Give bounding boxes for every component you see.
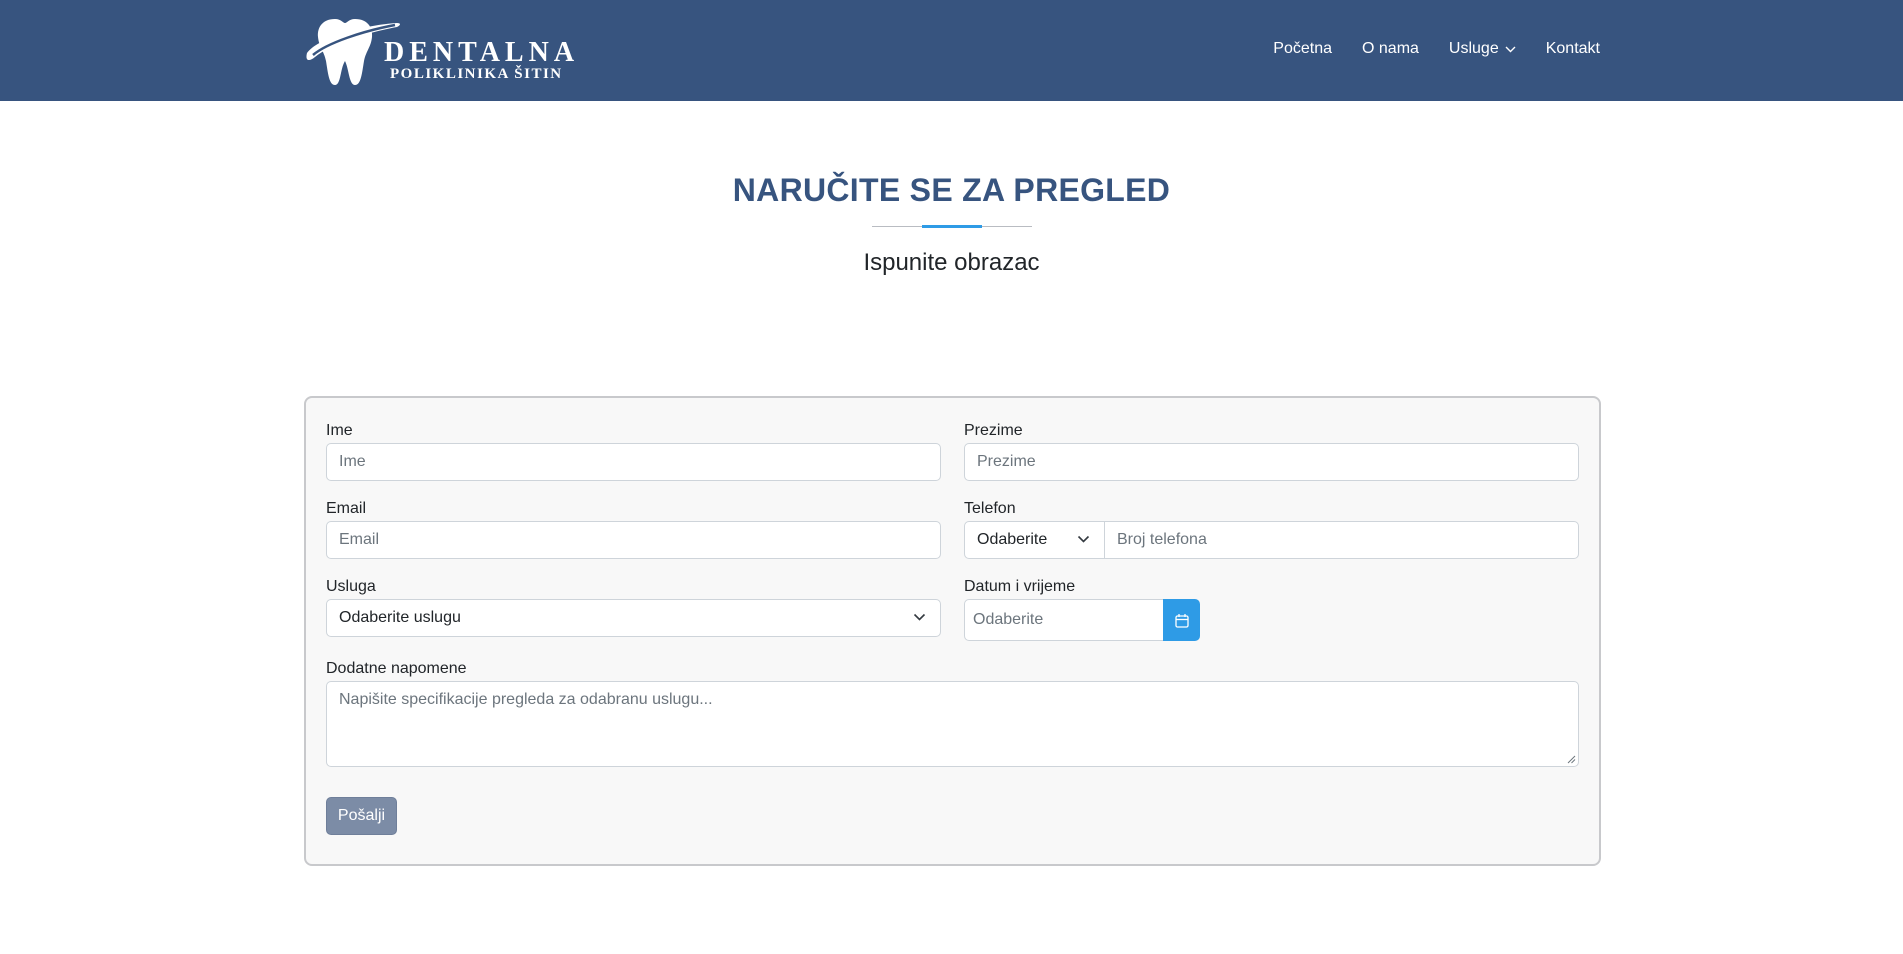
datetime-input[interactable]: Odaberite [964, 599, 1164, 641]
datetime-placeholder: Odaberite [973, 611, 1044, 628]
page-title: NARUČITE SE ZA PREGLED [732, 172, 1171, 208]
calendar-button[interactable] [1163, 599, 1200, 641]
nav-item-label: Kontakt [1545, 40, 1600, 57]
notes-label: Dodatne napomene [326, 660, 467, 677]
last-name-input[interactable]: Prezime [964, 443, 1579, 481]
nav-item-label: O nama [1362, 40, 1419, 57]
first-name-label: Ime [326, 422, 353, 439]
service-label: Usluga [326, 578, 376, 595]
email-label: Email [326, 500, 367, 517]
datetime-label: Datum i vrijeme [964, 578, 1076, 595]
nav-item-kontakt[interactable]: Kontakt [1546, 40, 1600, 58]
calendar-icon [1174, 613, 1189, 628]
submit-button[interactable]: Pošalji [326, 797, 397, 835]
appointment-form: Ime Ime Prezime Prezime Email Email Tele… [304, 396, 1601, 866]
resize-handle-icon[interactable] [1567, 755, 1576, 764]
notes-placeholder: Napišite specifikacije pregleda za odabr… [339, 691, 713, 708]
service-select-value: Odaberite uslugu [339, 609, 461, 626]
main-nav: Početna O nama Usluge Kontakt [1243, 40, 1600, 58]
submit-button-label: Pošalji [337, 807, 386, 824]
last-name-placeholder: Prezime [977, 453, 1036, 470]
phone-number-placeholder: Broj telefona [1117, 531, 1207, 548]
site-header: DENTALNA POLIKLINIKA ŠITIN Početna O nam… [0, 0, 1903, 101]
logo-brand-line1: DENTALNA [384, 37, 580, 68]
notes-textarea[interactable]: Napišite specifikacije pregleda za odabr… [326, 681, 1579, 767]
site-logo[interactable]: DENTALNA POLIKLINIKA ŠITIN [305, 17, 575, 87]
nav-item-label: Usluge [1448, 40, 1499, 57]
chevron-down-icon [1077, 535, 1090, 543]
chevron-down-icon [1505, 46, 1516, 52]
nav-item-usluge[interactable]: Usluge [1449, 40, 1516, 58]
last-name-label: Prezime [964, 422, 1023, 439]
chevron-down-icon [913, 613, 926, 621]
page-subtitle: Ispunite obrazac [863, 249, 1040, 276]
email-input[interactable]: Email [326, 521, 941, 559]
phone-label: Telefon [964, 500, 1016, 517]
service-select[interactable]: Odaberite uslugu [326, 599, 941, 637]
nav-item-pocetna[interactable]: Početna [1273, 40, 1332, 58]
first-name-placeholder: Ime [339, 453, 366, 470]
logo-brand-line2: POLIKLINIKA ŠITIN [390, 66, 563, 82]
first-name-input[interactable]: Ime [326, 443, 941, 481]
phone-prefix-select[interactable]: Odaberite [964, 521, 1105, 559]
email-placeholder: Email [339, 531, 380, 548]
phone-prefix-value: Odaberite [977, 531, 1048, 548]
phone-number-input[interactable]: Broj telefona [1104, 521, 1579, 559]
nav-item-o-nama[interactable]: O nama [1362, 40, 1419, 58]
nav-item-label: Početna [1273, 40, 1332, 57]
title-divider-accent [922, 225, 982, 228]
